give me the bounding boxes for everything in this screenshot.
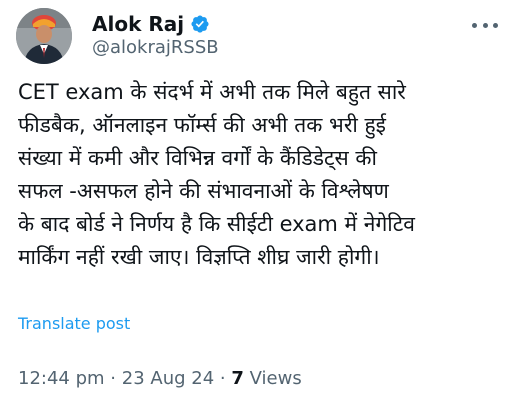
tweet-text-line: फीडबैक, ऑनलाइन फॉर्म्स की अभी तक भरी हुई	[18, 113, 386, 137]
more-dot	[493, 22, 498, 28]
tweet-date[interactable]: 23 Aug 24	[122, 368, 214, 389]
author-display-name[interactable]: Alok Raj	[92, 12, 184, 36]
translate-post-link[interactable]: Translate post	[18, 314, 130, 333]
tweet-text-line: मार्किंग नहीं रखी जाए। विज्ञप्ति शीघ्र ज…	[18, 245, 380, 269]
tweet-text-line: के बाद बोर्ड ने निर्णय है कि सीईटी exam …	[18, 212, 415, 236]
more-dot	[482, 22, 488, 28]
views-label: Views	[249, 368, 302, 389]
tweet-text-line: सफल -असफल होने की संभावनाओं के विश्लेषण	[18, 179, 389, 203]
more-dot	[472, 22, 477, 28]
tweet-time[interactable]: 12:44 pm	[18, 368, 105, 389]
meta-separator: ·	[110, 368, 117, 389]
tweet-meta: 12:44 pm · 23 Aug 24 · 7 Views	[18, 368, 302, 389]
tweet-text-line: संख्या में कमी और विभिन्न वर्गों के कैंड…	[18, 146, 377, 170]
views-count: 7	[231, 368, 244, 389]
tweet-card: Alok Raj @alokrajRSSB CET exam के संदर्भ…	[0, 0, 512, 401]
more-options-icon[interactable]	[472, 20, 498, 30]
verified-badge-icon	[190, 14, 210, 34]
author-name-row[interactable]: Alok Raj	[92, 12, 210, 36]
meta-separator: ·	[219, 368, 226, 389]
author-handle[interactable]: @alokrajRSSB	[92, 37, 219, 58]
tweet-text: CET exam के संदर्भ में अभी तक मिले बहुत …	[18, 76, 498, 274]
avatar[interactable]	[16, 8, 72, 64]
tweet-text-line: CET exam के संदर्भ में अभी तक मिले बहुत …	[18, 80, 406, 104]
